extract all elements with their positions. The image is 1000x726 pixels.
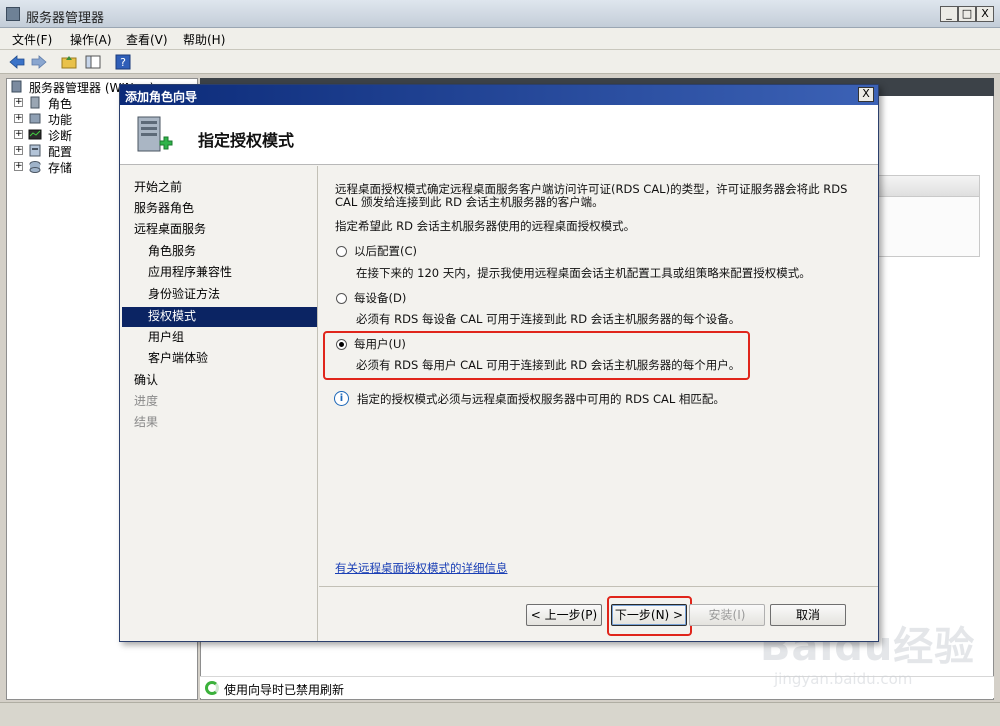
nav-step-authentication-method[interactable]: 身份验证方法 [148,284,220,304]
tree-item-label: 诊断 [48,129,73,143]
up-folder-icon[interactable] [60,53,78,71]
nav-step-before-you-begin[interactable]: 开始之前 [134,177,182,197]
nav-step-app-compatibility[interactable]: 应用程序兼容性 [148,262,232,282]
main-window-title: 服务器管理器 [26,11,105,26]
wizard-titlebar[interactable]: 添加角色向导 X [120,85,878,105]
tree-item-label: 存储 [48,161,73,175]
svg-text:?: ? [120,56,126,69]
menu-bar: 文件(F) 操作(A) 查看(V) 帮助(H) [0,28,1000,50]
add-roles-wizard-dialog: 添加角色向导 X 指定授权模式 开始之前 服务器角色 远程桌面服务 角色服务 应… [119,84,879,642]
minimize-button[interactable]: _ [940,6,958,22]
radio-per-user[interactable] [336,339,347,350]
annotation-highlight-next [607,596,692,636]
toolbar: ? [0,50,1000,74]
wizard-button-bar: < 上一步(P) 下一步(N) > 安装(I) 取消 [319,586,878,641]
option-per-user-desc: 必须有 RDS 每用户 CAL 可用于连接到此 RD 会话主机服务器的每个用户。 [356,358,741,372]
server-icon [11,80,22,93]
menu-view[interactable]: 查看(V) [126,31,168,48]
radio-per-device[interactable] [336,293,347,304]
server-manager-icon [6,7,20,21]
option-configure-later-label[interactable]: 以后配置(C) [354,245,417,258]
wizard-title: 添加角色向导 [125,90,198,104]
nav-step-progress: 进度 [134,394,159,408]
option-per-user-label[interactable]: 每用户(U) [354,338,406,351]
main-window-titlebar[interactable]: 服务器管理器 _ □ X [0,0,1000,28]
radio-configure-later[interactable] [336,246,347,257]
wizard-page-title: 指定授权模式 [198,131,295,150]
nav-step-server-roles[interactable]: 服务器角色 [134,198,194,218]
menu-action[interactable]: 操作(A) [70,31,112,48]
details-card-header [878,175,980,197]
show-hide-console-tree-icon[interactable] [84,53,102,71]
menu-file[interactable]: 文件(F) [12,31,52,48]
expand-icon[interactable]: + [14,98,23,107]
configuration-icon [29,144,41,157]
add-role-server-icon [137,116,173,152]
features-icon [29,113,41,124]
nav-step-role-services[interactable]: 角色服务 [148,241,196,261]
refresh-disabled-icon [205,681,219,695]
tree-item-label: 角色 [48,97,73,111]
forward-arrow-icon[interactable] [30,53,48,71]
close-button[interactable]: X [976,6,994,22]
licensing-details-link[interactable]: 有关远程桌面授权模式的详细信息 [335,560,508,576]
wizard-close-button[interactable]: X [858,87,874,102]
nav-step-licensing-mode[interactable]: 授权模式 [148,306,196,326]
install-button: 安装(I) [689,604,765,626]
storage-icon [29,161,41,173]
roles-icon [30,96,40,109]
wizard-steps-nav: 开始之前 服务器角色 远程桌面服务 角色服务 应用程序兼容性 身份验证方法 授权… [120,166,318,641]
menu-help[interactable]: 帮助(H) [183,31,225,48]
expand-icon[interactable]: + [14,130,23,139]
option-per-device-desc: 必须有 RDS 每设备 CAL 可用于连接到此 RD 会话主机服务器的每个设备。 [356,312,741,326]
nav-step-confirmation[interactable]: 确认 [134,370,158,390]
maximize-button[interactable]: □ [958,6,976,22]
watermark-url: jingyan.baidu.com [774,670,913,688]
expand-icon[interactable]: + [14,114,23,123]
wizard-content: 远程桌面授权模式确定远程桌面服务客户端访问许可证(RDS CAL)的类型，许可证… [319,166,878,586]
nav-step-results: 结果 [134,415,159,429]
tree-item-label: 功能 [48,113,73,127]
back-arrow-icon[interactable] [8,53,26,71]
wizard-header: 指定授权模式 [120,105,878,165]
help-icon[interactable]: ? [114,53,132,71]
intro-text-line2: CAL 颁发给连接到此 RD 会话主机服务器的客户端。 [335,195,604,209]
option-configure-later-desc: 在接下来的 120 天内，提示我使用远程桌面会话主机配置工具或组策略来配置授权模… [356,266,811,280]
info-text: 指定的授权模式必须与远程桌面授权服务器中可用的 RDS CAL 相匹配。 [357,392,725,406]
diagnostics-icon [28,129,42,140]
back-button[interactable]: < 上一步(P) [526,604,602,626]
licensing-prompt: 指定希望此 RD 会话主机服务器使用的远程桌面授权模式。 [335,219,636,233]
option-per-device-label[interactable]: 每设备(D) [354,292,406,305]
window-status-bar [0,702,1000,726]
expand-icon[interactable]: + [14,146,23,155]
refresh-status-text: 使用向导时已禁用刷新 [224,683,345,697]
info-icon: i [334,391,349,406]
expand-icon[interactable]: + [14,162,23,171]
nav-step-user-groups[interactable]: 用户组 [148,327,184,347]
nav-step-remote-desktop-services[interactable]: 远程桌面服务 [134,219,206,239]
cancel-button[interactable]: 取消 [770,604,846,626]
tree-item-label: 配置 [48,145,73,159]
nav-step-client-experience[interactable]: 客户端体验 [148,348,208,368]
